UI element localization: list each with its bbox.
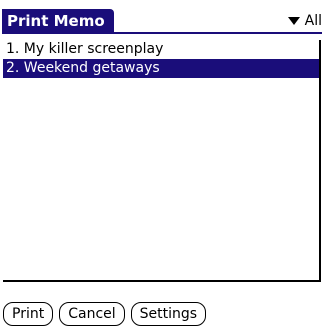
print-button[interactable]: Print (3, 302, 54, 326)
category-picker-label: All (304, 13, 322, 29)
dropdown-triangle-icon (287, 17, 300, 25)
list-item-2-selected[interactable]: 2. Weekend getaways (3, 59, 319, 78)
title-underline (2, 32, 322, 34)
list-item-1[interactable]: 1. My killer screenplay (3, 40, 319, 59)
memo-list: 1. My killer screenplay 2. Weekend getaw… (3, 40, 321, 282)
button-row: Print Cancel Settings (3, 302, 212, 326)
title-bar: Print Memo All (0, 0, 325, 36)
category-picker[interactable]: All (287, 11, 322, 31)
page-title: Print Memo (2, 9, 114, 34)
settings-button[interactable]: Settings (130, 302, 207, 326)
cancel-button[interactable]: Cancel (59, 302, 125, 326)
